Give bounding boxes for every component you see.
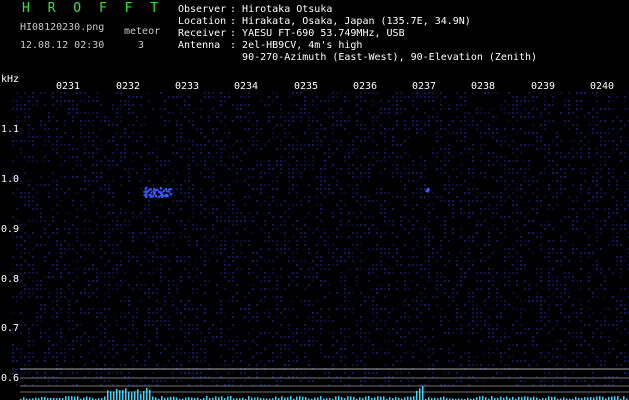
time-tick: 0234 <box>234 81 259 92</box>
time-tick: 0240 <box>590 81 615 92</box>
station-info: Observer: Hirotaka Otsuka Location: Hira… <box>178 4 537 64</box>
antenna-row: Antenna: 2el-HB9CV, 4m's high <box>178 40 537 52</box>
separator: : <box>230 4 243 15</box>
antenna-direction-value: 90-270-Azimuth (East-West), 90-Elevation… <box>242 52 538 63</box>
location-row: Location: Hirakata, Osaka, Japan (135.7E… <box>178 16 537 28</box>
freq-tick: 0.6 <box>1 373 20 384</box>
receiver-row: Receiver: YAESU FT-690 53.749MHz, USB <box>178 28 537 40</box>
observation-datetime: 12.08.12 02:30 <box>20 40 105 51</box>
observer-value: Hirotaka Otsuka <box>242 4 333 15</box>
antenna-value: 2el-HB9CV, 4m's high <box>242 40 363 51</box>
meteor-count-label: meteor <box>124 26 161 37</box>
receiver-key: Receiver <box>178 28 227 39</box>
image-filename: HI08120230.png <box>20 22 105 33</box>
meteor-count-value: 3 <box>138 40 145 51</box>
freq-tick: 0.9 <box>1 224 20 235</box>
freq-tick: 1.0 <box>1 174 20 185</box>
freq-unit-label: kHz <box>1 74 20 85</box>
signal-strength-trace <box>20 386 628 400</box>
observer-key: Observer <box>178 4 227 15</box>
location-key: Location <box>178 16 227 27</box>
time-tick: 0231 <box>56 81 81 92</box>
time-tick: 0239 <box>531 81 556 92</box>
freq-tick: 0.7 <box>1 323 20 334</box>
separator: : <box>230 16 243 27</box>
freq-tick: 0.8 <box>1 274 20 285</box>
time-tick: 0236 <box>353 81 378 92</box>
hrofft-spectrogram-window: H R O F F T HI08120230.png 12.08.12 02:3… <box>0 0 629 400</box>
location-value: Hirakata, Osaka, Japan (135.7E, 34.9N) <box>242 16 471 27</box>
antenna-key: Antenna <box>178 40 221 51</box>
antenna-row-2: 90-270-Azimuth (East-West), 90-Elevation… <box>178 52 537 64</box>
app-brand: H R O F F T <box>22 1 164 16</box>
time-tick: 0235 <box>294 81 319 92</box>
time-tick: 0237 <box>412 81 437 92</box>
separator: : <box>230 28 243 39</box>
observer-row: Observer: Hirotaka Otsuka <box>178 4 537 16</box>
noise-field <box>12 92 629 386</box>
separator: : <box>230 40 243 51</box>
time-tick: 0232 <box>116 81 141 92</box>
time-tick: 0233 <box>175 81 200 92</box>
freq-tick: 1.1 <box>1 124 20 135</box>
time-tick: 0238 <box>471 81 496 92</box>
receiver-value: YAESU FT-690 53.749MHz, USB <box>242 28 405 39</box>
